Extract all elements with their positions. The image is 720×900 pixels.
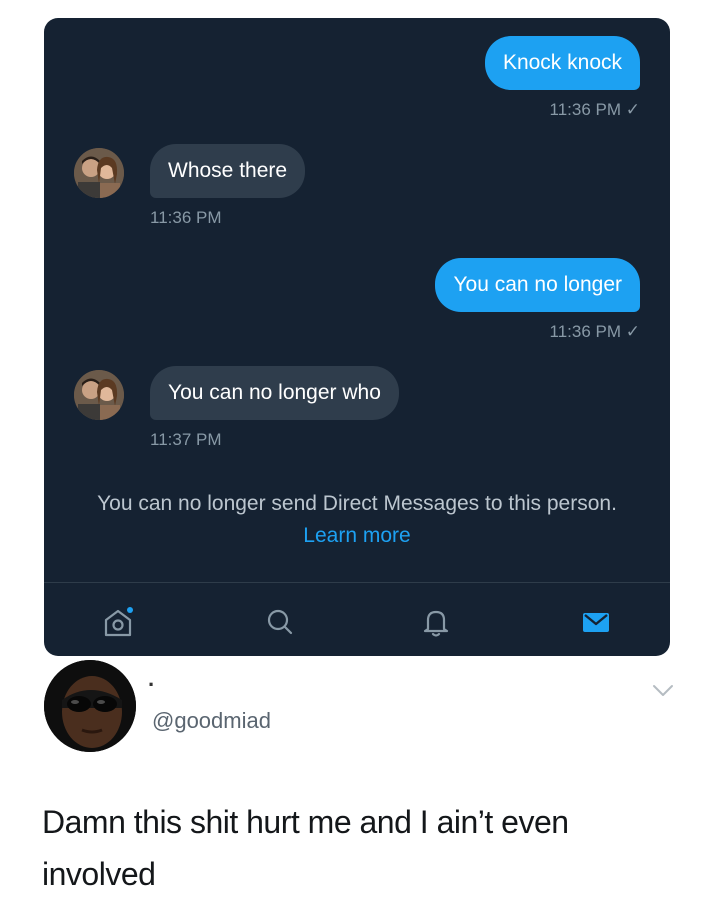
message-timestamp: 11:36 PM	[150, 208, 222, 227]
tweet-text: Damn this shit hurt me and I ain’t even …	[42, 804, 569, 892]
sent-message-bubble: You can no longer	[435, 258, 640, 312]
couple-photo-icon	[74, 370, 124, 420]
message-text: You can no longer who	[168, 381, 381, 404]
sent-message-bubble: Knock knock	[484, 36, 640, 90]
tab-messages[interactable]	[578, 604, 614, 640]
message-text: Whose there	[168, 159, 288, 182]
notice-text: You can no longer send Direct Messages t…	[97, 492, 617, 515]
profile-photo-icon	[44, 660, 136, 752]
tab-notifications[interactable]	[418, 604, 454, 640]
tweet-options-button[interactable]	[652, 684, 674, 698]
message-timestamp: 11:36 PM ✓	[549, 322, 640, 341]
learn-more-link[interactable]: Learn more	[303, 524, 410, 547]
home-icon	[104, 607, 133, 637]
tab-home[interactable]	[100, 604, 136, 640]
messages-icon	[583, 613, 609, 632]
received-message-bubble: You can no longer who	[150, 366, 399, 420]
notifications-icon	[423, 610, 449, 637]
contact-avatar[interactable]	[74, 148, 124, 198]
message-timestamp: 11:37 PM	[150, 430, 222, 449]
message-text: You can no longer	[453, 273, 622, 296]
contact-avatar[interactable]	[74, 370, 124, 420]
author-handle[interactable]: @goodmiad	[152, 708, 271, 734]
chevron-down-icon	[653, 685, 673, 696]
message-text: Knock knock	[502, 51, 622, 74]
tab-bar-divider	[44, 582, 670, 583]
tab-search[interactable]	[262, 604, 298, 640]
author-avatar[interactable]	[44, 660, 136, 752]
search-icon	[267, 609, 293, 635]
author-display-name[interactable]: ·	[148, 672, 155, 698]
received-message-bubble: Whose there	[150, 144, 306, 198]
dm-screenshot: Knock knock 11:36 PM ✓ Whose there 11:36…	[44, 18, 670, 656]
message-timestamp: 11:36 PM ✓	[549, 100, 640, 119]
dm-restricted-notice: You can no longer send Direct Messages t…	[74, 488, 640, 552]
couple-photo-icon	[74, 148, 124, 198]
